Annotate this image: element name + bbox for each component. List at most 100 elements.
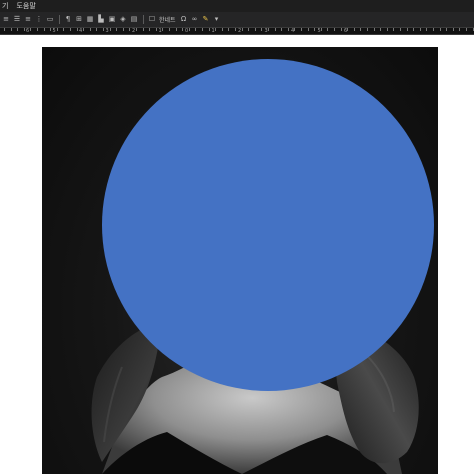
list-icon[interactable]: ⋮ — [35, 15, 43, 24]
ruler-tick — [195, 28, 196, 31]
ruler-tick — [17, 28, 18, 31]
ruler-tick — [354, 28, 355, 31]
ruler-tick — [182, 28, 183, 31]
ruler-tick — [308, 28, 309, 31]
ruler-tick — [301, 28, 302, 31]
ruler-tick — [90, 28, 91, 31]
ruler-tick — [37, 28, 38, 31]
menu-bar: 기 도움말 — [0, 0, 474, 12]
ruler-tick — [453, 28, 454, 31]
ruler-tick — [96, 28, 97, 31]
ruler-tick — [129, 28, 130, 31]
formatting-toolbar: ≡ ☰ ≡ ⋮ ▭ ¶ ⊞ ▦ ▙ ▣ ◈ ▤ ☐ 한네트 Ω ∞ ✎ ▾ — [0, 12, 474, 27]
align-center-icon[interactable]: ☰ — [13, 15, 21, 24]
ruler-tick — [176, 28, 177, 31]
ruler-tick — [4, 28, 5, 31]
ruler-tick — [248, 28, 249, 31]
char-map-icon[interactable]: Ω — [180, 15, 188, 24]
ruler-tick — [407, 28, 408, 31]
ruler-tick — [44, 28, 45, 31]
shape-icon[interactable]: ◈ — [119, 15, 127, 24]
ruler-tick — [50, 28, 51, 31]
ruler-tick — [374, 28, 375, 31]
ruler-tick — [420, 28, 421, 31]
ruler-tick — [360, 28, 361, 31]
ruler-tick — [341, 28, 342, 31]
ruler-number: 0 — [185, 28, 189, 34]
menu-item-0[interactable]: 기 — [0, 0, 12, 12]
ruler-tick — [393, 28, 394, 31]
ruler-tick — [294, 28, 295, 31]
ruler-tick — [334, 28, 335, 31]
ruler-tick — [103, 28, 104, 31]
ruler-tick — [70, 28, 71, 31]
ruler-tick — [242, 28, 243, 31]
ruler-tick — [261, 28, 262, 31]
ruler-tick — [222, 28, 223, 31]
ruler-tick — [327, 28, 328, 31]
ruler-tick — [77, 28, 78, 31]
ruler-number: 5 — [52, 28, 56, 34]
chart-icon[interactable]: ▙ — [97, 15, 105, 24]
ruler-tick — [116, 28, 117, 31]
ruler-tick — [466, 28, 467, 31]
ruler-tick — [143, 28, 144, 31]
ruler-number: 3 — [105, 28, 109, 34]
ruler-tick — [440, 28, 441, 31]
document-page — [0, 35, 474, 474]
ruler-tick — [30, 28, 31, 31]
ruler-tick — [156, 28, 157, 31]
dropdown-icon[interactable]: ▾ — [213, 15, 221, 24]
ruler-tick — [169, 28, 170, 31]
ruler-tick — [162, 28, 163, 31]
ruler-tick — [136, 28, 137, 31]
textbox-icon[interactable]: ▤ — [130, 15, 138, 24]
face-redaction-circle[interactable] — [102, 59, 434, 391]
toolbar-divider — [143, 15, 144, 24]
ruler-number: 2 — [238, 28, 242, 34]
ruler-tick — [63, 28, 64, 31]
ruler-tick — [202, 28, 203, 31]
horizontal-ruler[interactable]: 6543210123456 — [0, 27, 474, 35]
ruler-tick — [235, 28, 236, 31]
ruler-tick — [321, 28, 322, 31]
ruler-tick — [268, 28, 269, 31]
ruler-tick — [57, 28, 58, 31]
paragraph-icon[interactable]: ¶ — [64, 15, 72, 24]
ruler-tick — [209, 28, 210, 31]
ruler-tick — [446, 28, 447, 31]
ruler-number: 6 — [26, 28, 30, 34]
menu-item-help[interactable]: 도움말 — [12, 0, 39, 12]
ruler-tick — [123, 28, 124, 31]
toolbar-divider — [59, 15, 60, 24]
ruler-tick — [400, 28, 401, 31]
highlight-icon[interactable]: ✎ — [202, 15, 210, 24]
shape-label[interactable]: 한네트 — [159, 15, 176, 24]
ruler-tick — [367, 28, 368, 31]
ruler-tick — [110, 28, 111, 31]
ruler-tick — [347, 28, 348, 31]
ruler-tick — [413, 28, 414, 31]
portrait-photo[interactable] — [42, 47, 438, 474]
ruler-tick — [426, 28, 427, 31]
ruler-tick — [387, 28, 388, 31]
ruler-tick — [189, 28, 190, 31]
table-icon[interactable]: ⊞ — [75, 15, 83, 24]
align-left-icon[interactable]: ≡ — [2, 15, 10, 24]
ruler-tick — [314, 28, 315, 31]
ruler-tick — [255, 28, 256, 31]
ruler-tick — [288, 28, 289, 31]
hyperlink-icon[interactable]: ∞ — [191, 15, 199, 24]
ruler-tick — [215, 28, 216, 31]
ruler-number: 4 — [79, 28, 83, 34]
image-icon[interactable]: ▣ — [108, 15, 116, 24]
align-right-icon[interactable]: ≡ — [24, 15, 32, 24]
ruler-tick — [459, 28, 460, 31]
ruler-tick — [24, 28, 25, 31]
ruler-tick — [380, 28, 381, 31]
checkbox-icon[interactable]: ☐ — [148, 15, 156, 24]
indent-icon[interactable]: ▭ — [46, 15, 54, 24]
ruler-tick — [275, 28, 276, 31]
border-icon[interactable]: ▦ — [86, 15, 94, 24]
ruler-tick — [11, 28, 12, 31]
